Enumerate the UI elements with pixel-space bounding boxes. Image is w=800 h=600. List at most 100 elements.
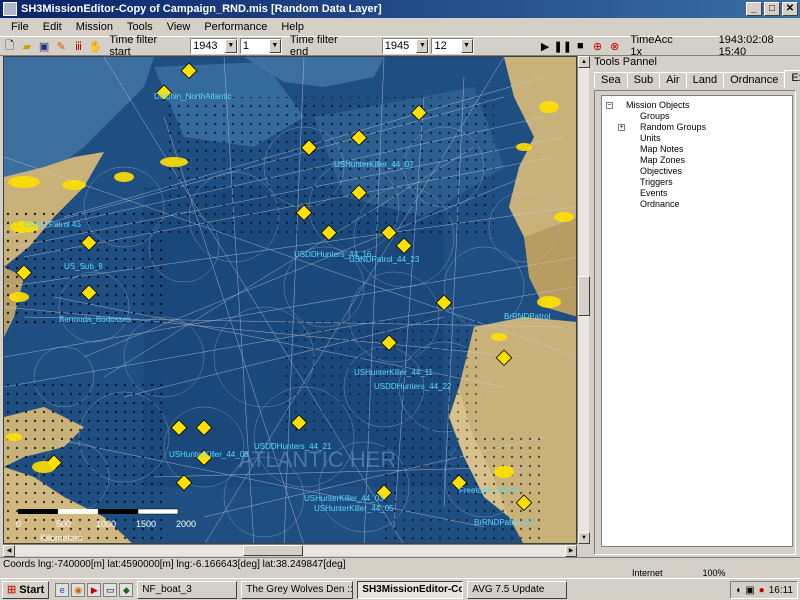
- browser-status-strip: Internet 100%: [592, 568, 798, 578]
- browser-icon[interactable]: e: [55, 582, 70, 597]
- tab-sub[interactable]: Sub: [626, 72, 661, 88]
- filter-end-month-select[interactable]: 12 ▼: [431, 38, 474, 54]
- close-button[interactable]: ✕: [782, 2, 798, 16]
- tree-node-map-zones[interactable]: Map Zones: [606, 155, 788, 166]
- menu-view[interactable]: View: [160, 21, 198, 33]
- map-unit-label[interactable]: BrRNDPatrol_43: [474, 518, 534, 527]
- menu-tools[interactable]: Tools: [120, 21, 160, 33]
- antivirus-icon[interactable]: ●: [759, 585, 765, 596]
- task-avg-update[interactable]: AVG 7.5 Update: [467, 580, 568, 599]
- volume-icon[interactable]: ◖: [735, 585, 741, 596]
- tree-node-label: Events: [640, 188, 668, 198]
- map-unit-label[interactable]: USHunterKiller_44_11: [354, 368, 434, 377]
- map-vertical-scrollbar[interactable]: ▲ ▼: [577, 56, 590, 544]
- map-unit-label[interactable]: USNDPatrol_44_23: [349, 255, 420, 264]
- minimize-button[interactable]: _: [746, 2, 762, 16]
- scale-unit-label: Kilometers: [40, 533, 83, 543]
- tab-air[interactable]: Air: [659, 72, 687, 88]
- app-icon[interactable]: ◆: [119, 582, 134, 597]
- target-icon[interactable]: ⊗: [607, 38, 622, 54]
- tools-panel: Tools Pannel Sea Sub Air Land Ordnance E…: [592, 56, 800, 556]
- map-canvas[interactable]: ATLANTIC HER Dolphin_NorthAtlanticEscort…: [4, 57, 577, 544]
- toolbar: 🗋 ▰ ▣ ✎ ⅲ ✋ Time filter start 1943 ▼ 1 ▼…: [0, 34, 800, 58]
- tab-sea[interactable]: Sea: [594, 72, 628, 88]
- tab-land[interactable]: Land: [685, 72, 725, 88]
- hand-icon[interactable]: ✋: [88, 38, 103, 54]
- scroll-thumb[interactable]: [243, 545, 303, 556]
- media-icon[interactable]: ▶: [87, 582, 102, 597]
- menu-help[interactable]: Help: [274, 21, 311, 33]
- scroll-up-icon[interactable]: ▲: [578, 56, 590, 68]
- task-grey-wolves[interactable]: The Grey Wolves Den ::...: [241, 580, 354, 599]
- map-unit-label[interactable]: Dolphin_NorthAtlantic: [154, 92, 231, 101]
- task-mission-editor[interactable]: SH3MissionEditor-Cop...: [357, 580, 464, 599]
- map-unit-label[interactable]: US_Sub_8: [64, 262, 103, 271]
- scroll-thumb[interactable]: [578, 276, 590, 316]
- tree-node-ordnance[interactable]: Ordnance: [606, 199, 788, 210]
- filter-start-year-select[interactable]: 1943 ▼: [190, 38, 238, 54]
- stop-icon[interactable]: ■: [573, 38, 588, 54]
- desktop-icon[interactable]: ▭: [103, 582, 118, 597]
- tree-node-objectives[interactable]: Objectives: [606, 166, 788, 177]
- map-unit-label[interactable]: USHunterKiller_44_05: [314, 504, 394, 513]
- start-label: Start: [19, 583, 45, 596]
- clock[interactable]: 16:11: [769, 585, 793, 596]
- map-unit-label[interactable]: BrRNDPatrol: [504, 312, 550, 321]
- tree-node-triggers[interactable]: Triggers: [606, 177, 788, 188]
- filter-start-month-select[interactable]: 1 ▼: [239, 38, 282, 54]
- zoom-level: 100%: [702, 568, 726, 578]
- menu-mission[interactable]: Mission: [69, 21, 120, 33]
- save-icon[interactable]: ▣: [36, 38, 51, 54]
- scroll-down-icon[interactable]: ▼: [578, 532, 590, 544]
- tree-node-events[interactable]: Events: [606, 188, 788, 199]
- map-unit-label[interactable]: USDDHunters_44_22: [374, 382, 452, 391]
- tree-node-units[interactable]: Units: [606, 133, 788, 144]
- pause-icon[interactable]: ❚❚: [554, 38, 572, 54]
- pencil-icon[interactable]: ✎: [54, 38, 69, 54]
- menu-file[interactable]: File: [4, 21, 36, 33]
- tab-explorer[interactable]: Explorer: [784, 70, 800, 88]
- system-tray: ◖ ▣ ● 16:11: [730, 581, 798, 599]
- scroll-left-icon[interactable]: ◀: [3, 545, 15, 557]
- task-nf-boat[interactable]: NF_boat_3: [137, 580, 238, 599]
- menu-edit[interactable]: Edit: [36, 21, 69, 33]
- task-label: AVG 7.5 Update: [472, 584, 545, 595]
- open-folder-icon[interactable]: ▰: [19, 38, 34, 54]
- tree-node-random-groups[interactable]: + Random Groups: [606, 122, 788, 133]
- start-button[interactable]: ⊞ Start: [2, 580, 50, 599]
- maximize-button[interactable]: □: [764, 2, 780, 16]
- explorer-tree-container: − Mission Objects Groups + Random Groups…: [594, 90, 796, 555]
- map-unit-label[interactable]: USHunterKiller_44_03: [304, 494, 384, 503]
- ruler-icon[interactable]: ⅲ: [71, 38, 86, 54]
- map-unit-label[interactable]: Bermuda_Bodosses: [59, 315, 131, 324]
- mission-datetime: 1943:02:08 15:40: [718, 34, 774, 58]
- map-unit-label[interactable]: Freetown_Patrol: [459, 486, 518, 495]
- network-icon[interactable]: ▣: [745, 585, 754, 596]
- menu-performance[interactable]: Performance: [197, 21, 274, 33]
- collapse-icon[interactable]: −: [606, 102, 613, 109]
- tree-node-map-notes[interactable]: Map Notes: [606, 144, 788, 155]
- map-unit-label[interactable]: USHunterKiller_44_08: [169, 450, 249, 459]
- filter-end-year-select[interactable]: 1945 ▼: [381, 38, 430, 54]
- tree-node-groups[interactable]: Groups: [606, 111, 788, 122]
- time-acc-label: TimeAcc 1x: [630, 34, 673, 58]
- map-unit-label[interactable]: USDDHunters_44_21: [254, 442, 332, 451]
- scale-tick-label: 500: [56, 519, 71, 529]
- tab-ordnance[interactable]: Ordnance: [723, 72, 786, 88]
- explorer-tree[interactable]: − Mission Objects Groups + Random Groups…: [601, 95, 793, 547]
- tree-node-mission-objects[interactable]: − Mission Objects: [606, 100, 788, 111]
- tree-node-label: Objectives: [640, 166, 683, 176]
- new-file-icon[interactable]: 🗋: [2, 38, 17, 54]
- map-view[interactable]: ATLANTIC HER Dolphin_NorthAtlantic Escort…: [3, 56, 577, 544]
- play-icon[interactable]: ▶: [538, 38, 553, 54]
- map-unit-label[interactable]: Escort Patrol 43: [24, 220, 81, 229]
- tree-node-label: Map Notes: [640, 144, 684, 154]
- firefox-icon[interactable]: ◉: [71, 582, 86, 597]
- tree-node-label: Map Zones: [640, 155, 686, 165]
- scale-tick-label: 2000: [176, 519, 196, 529]
- scroll-right-icon[interactable]: ▶: [565, 545, 577, 557]
- map-horizontal-scrollbar[interactable]: ◀ ▶: [3, 544, 577, 557]
- add-unit-icon[interactable]: ⊕: [590, 38, 605, 54]
- map-unit-label[interactable]: USHunterKiller_44_07: [334, 160, 414, 169]
- expand-icon[interactable]: +: [618, 124, 625, 131]
